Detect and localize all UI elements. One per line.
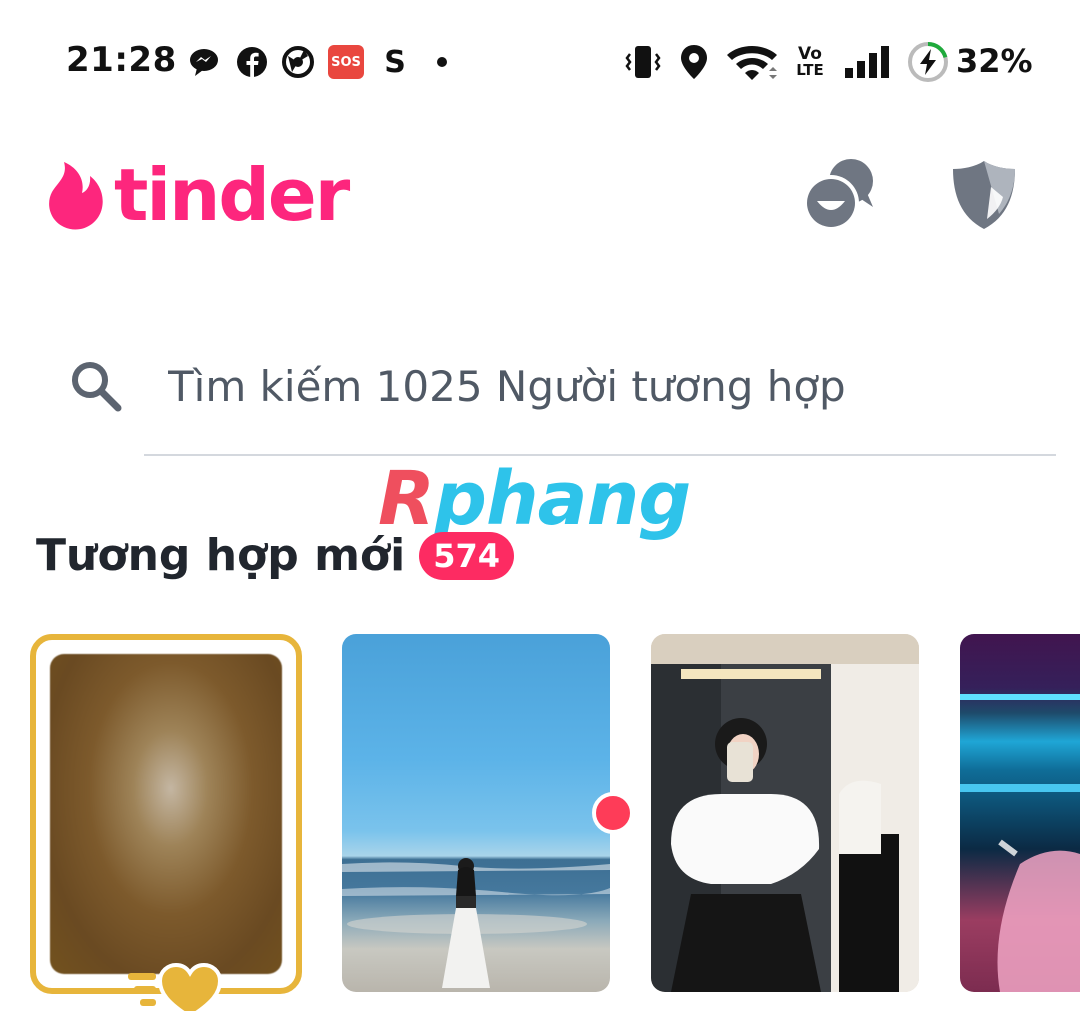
logo-text: tinder	[114, 153, 350, 237]
sos-icon: SOS	[328, 44, 364, 80]
battery-percent: 32%	[956, 42, 1033, 80]
gold-heart-icon	[128, 962, 223, 1011]
tinder-logo: tinder	[44, 153, 350, 237]
section-title: Tương hợp mới	[36, 530, 406, 581]
wifi-icon	[724, 44, 780, 80]
blurred-photo	[50, 654, 282, 974]
signal-icon	[842, 44, 892, 80]
s-app-icon: S	[384, 44, 406, 80]
messages-button[interactable]	[800, 155, 880, 235]
match-card-mirror[interactable]	[651, 634, 919, 992]
search-icon	[72, 362, 122, 412]
safety-button[interactable]	[944, 155, 1024, 235]
flame-icon	[49, 162, 103, 230]
search-bar	[60, 340, 1060, 458]
neon-room-photo	[960, 694, 1080, 992]
chat-bubbles-icon	[803, 159, 873, 231]
new-matches-count-badge: 574	[419, 531, 515, 580]
location-icon	[676, 44, 712, 80]
match-card-beach[interactable]	[342, 634, 610, 992]
watermark: Rphang	[378, 462, 691, 536]
shield-icon	[953, 161, 1015, 229]
likes-you-card[interactable]	[30, 634, 302, 1011]
status-time: 21:28	[66, 40, 177, 80]
match-card-neon[interactable]	[960, 634, 1080, 992]
search-input[interactable]	[168, 348, 1058, 424]
more-dot-icon	[432, 44, 452, 80]
status-bar: 21:28 SOS S Vo LTE 32%	[0, 0, 1080, 120]
sos-label: SOS	[328, 45, 364, 79]
browser-icon	[280, 44, 316, 80]
volte-icon: Vo LTE	[790, 44, 830, 80]
mirror-selfie-photo	[651, 634, 919, 992]
new-matches-header: Tương hợp mới 574	[36, 530, 515, 581]
volte-bottom-label: LTE	[796, 61, 824, 79]
messenger-icon	[186, 44, 222, 80]
battery-charging-icon	[906, 41, 950, 82]
beach-photo	[342, 858, 610, 988]
vibrate-icon	[622, 44, 664, 80]
new-match-indicator	[592, 792, 634, 834]
facebook-icon	[234, 44, 270, 80]
